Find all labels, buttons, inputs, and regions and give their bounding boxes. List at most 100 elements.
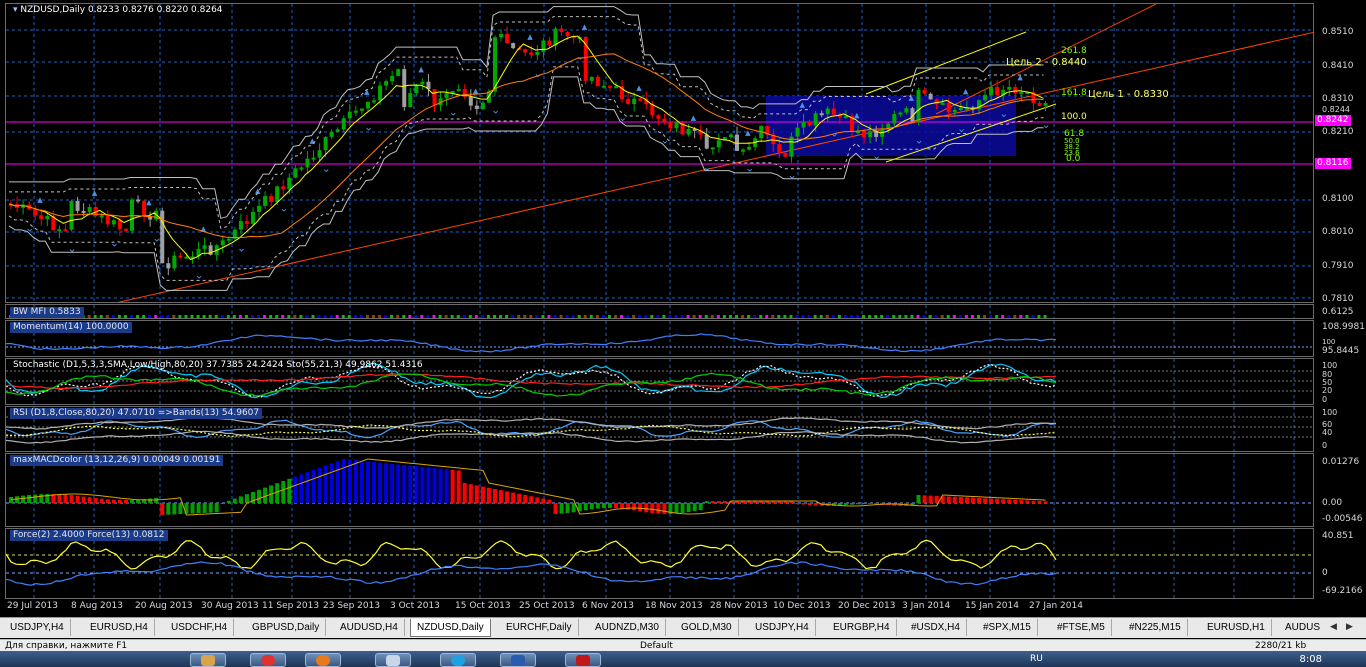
mfi-bar <box>831 315 835 318</box>
candle <box>1013 86 1018 94</box>
candle <box>305 158 310 168</box>
tab-ftse-m5[interactable]: #FTSE,M5 <box>1051 619 1112 636</box>
tab-eurgbp-h4[interactable]: EURGBP,H4 <box>827 619 897 636</box>
mfi-bar <box>880 315 884 318</box>
macd-bar <box>317 467 322 503</box>
tab-audusd-h4[interactable]: AUDUSD,H4 <box>334 619 405 636</box>
fractal-down-arrow: ⌄ <box>533 67 542 80</box>
momentum-panel[interactable]: Momentum(14) 100.0000 <box>5 320 1314 357</box>
tab-scroll-left-icon[interactable]: ◀ <box>1330 622 1337 632</box>
macd-bar <box>39 494 44 503</box>
candle <box>928 93 933 100</box>
candle <box>359 108 364 111</box>
tab-audusd-partial[interactable]: AUDUS <box>1279 619 1326 636</box>
mfi-bar <box>970 315 974 318</box>
macd-bar <box>934 495 939 503</box>
skype-icon[interactable] <box>440 653 476 667</box>
tab-scroll-right-icon[interactable]: ▶ <box>1346 622 1353 632</box>
candle <box>674 122 679 129</box>
candle <box>632 98 637 105</box>
candle <box>347 111 352 119</box>
macd-panel[interactable]: maxMACDcolor (13,12,26,9) 0.00049 0.0019… <box>5 453 1314 527</box>
candle <box>801 121 806 128</box>
candle <box>480 102 485 110</box>
tab-eurusd-h4[interactable]: EURUSD,H4 <box>84 619 155 636</box>
mfi-bar <box>202 315 206 318</box>
mfi-bar <box>414 315 418 318</box>
macd-bar <box>692 503 697 512</box>
price-tick: 0.8244 <box>1322 105 1350 114</box>
candle <box>825 108 830 115</box>
macd-bar <box>511 492 516 503</box>
rsi-panel[interactable]: RSI (D1,8,Close,80,20) 47.0710 =>Bands(1… <box>5 406 1314 452</box>
word-icon[interactable] <box>500 653 536 667</box>
candle <box>843 115 848 118</box>
date-label: 25 Oct 2013 <box>519 601 575 611</box>
date-label: 28 Nov 2013 <box>710 601 768 611</box>
candle <box>75 200 80 211</box>
macd-bar <box>523 495 528 503</box>
sto-tick: 0 <box>1322 395 1328 404</box>
macd-bar <box>335 461 340 503</box>
mfi-bar <box>571 315 575 318</box>
macd-bar <box>281 481 286 503</box>
macd-bar <box>1043 501 1048 503</box>
stochastic-panel[interactable]: Stochastic (D1,5,3,3,SMA,Low/High,80,20)… <box>5 358 1314 405</box>
tab-gold-m30[interactable]: GOLD,M30 <box>675 619 739 636</box>
macd-bar <box>93 498 98 503</box>
force-panel[interactable]: Force(2) 2.4000 Force(13) 0.0812 <box>5 528 1314 599</box>
tab-eurchf-daily[interactable]: EURCHF,Daily <box>500 619 579 636</box>
language-indicator[interactable]: RU <box>1030 654 1043 664</box>
mfi-bar <box>565 315 569 318</box>
macd-bar <box>202 503 207 513</box>
metatrader-icon[interactable] <box>565 653 601 667</box>
fractal-down-arrow: ⌄ <box>25 221 34 234</box>
macd-bar <box>547 499 552 503</box>
price-scale[interactable]: 0.8510 0.8410 0.8310 0.8244 0.8242 0.821… <box>1314 3 1366 304</box>
mfi-bar <box>353 315 357 318</box>
macd-bar <box>232 498 237 503</box>
candle <box>87 207 92 213</box>
mfi-bar <box>825 315 829 318</box>
mfi-bar <box>244 315 248 318</box>
tab-usdjpy-h4-2[interactable]: USDJPY,H4 <box>749 619 816 636</box>
tab-nzdusd-daily[interactable]: NZDUSD,Daily <box>410 619 491 637</box>
date-label: 18 Nov 2013 <box>645 601 703 611</box>
candle <box>650 104 655 116</box>
mfi-bar <box>583 315 587 318</box>
mfi-bar <box>728 315 732 318</box>
target-2-label: Цель 2 - 0.8440 <box>1006 57 1087 68</box>
tab-eurusd-h1[interactable]: EURUSD,H1 <box>1201 619 1272 636</box>
tab-usdchf-h4[interactable]: USDCHF,H4 <box>165 619 235 636</box>
tab-spx-m15[interactable]: #SPX,M15 <box>977 619 1038 636</box>
fractal-down-arrow: ⌄ <box>110 236 119 249</box>
chrome-icon[interactable] <box>250 653 286 667</box>
stochastic-scale: 100 80 50 20 0 <box>1314 358 1366 405</box>
mail-icon[interactable] <box>375 653 411 667</box>
tab-audnzd-m30[interactable]: AUDNZD,M30 <box>589 619 666 636</box>
macd-bar <box>620 503 625 509</box>
tab-n225-m15[interactable]: #N225,M15 <box>1123 619 1188 636</box>
fractal-down-arrow: ⌄ <box>279 201 288 214</box>
tab-usdx-h4[interactable]: #USDX,H4 <box>905 619 967 636</box>
price-chart[interactable]: ⌄▴⌄▴⌄▴⌄⌄▴⌄▴⌄▴⌄⌄▴⌄▴⌄▴⌄▴⌄⌄▴⌄▴⌄▴⌄ ⌄▴⌄▴⌄▴⌄▴⌄⌄… <box>6 4 1314 303</box>
mfi-bar <box>735 315 738 318</box>
bw-mfi-panel[interactable]: BW MFI 0.5833 <box>5 304 1314 319</box>
mfi-bar <box>765 315 769 318</box>
candle <box>656 115 661 119</box>
tab-usdjpy-h4[interactable]: USDJPY,H4 <box>4 619 71 636</box>
macd-bar <box>795 503 800 505</box>
macd-bar <box>704 501 709 503</box>
main-chart-panel[interactable]: ⌄ ▴ ⌄ ▴ ⌄ ▴ ⌄ ⌄ ▴ ⌄ ▴ ⌄ ▴ ⌄ ⌄ ▴ ⌄ ▴ ⌄ ▴ ⌄ ▴ ⌄ ⌄ ▴ ⌄ ▴ ⌄ ▴ ⌄ ⌄ ▴ ⌄ ▴ ⌄ ▴ ⌄ ▴ ⌄ ⌄… <box>5 3 1314 303</box>
folder-icon[interactable] <box>190 653 226 667</box>
mfi-bar <box>910 315 914 318</box>
macd-bar <box>710 501 715 503</box>
firefox-icon[interactable] <box>305 653 341 667</box>
force-tick: 40.851 <box>1322 531 1354 541</box>
mfi-bar <box>662 315 666 318</box>
tab-gbpusd-daily[interactable]: GBPUSD,Daily <box>246 619 327 636</box>
mfi-bar <box>335 315 339 318</box>
candle <box>813 113 818 126</box>
candle <box>868 131 873 138</box>
bw-mfi-tick: 0.6125 <box>1322 307 1354 317</box>
